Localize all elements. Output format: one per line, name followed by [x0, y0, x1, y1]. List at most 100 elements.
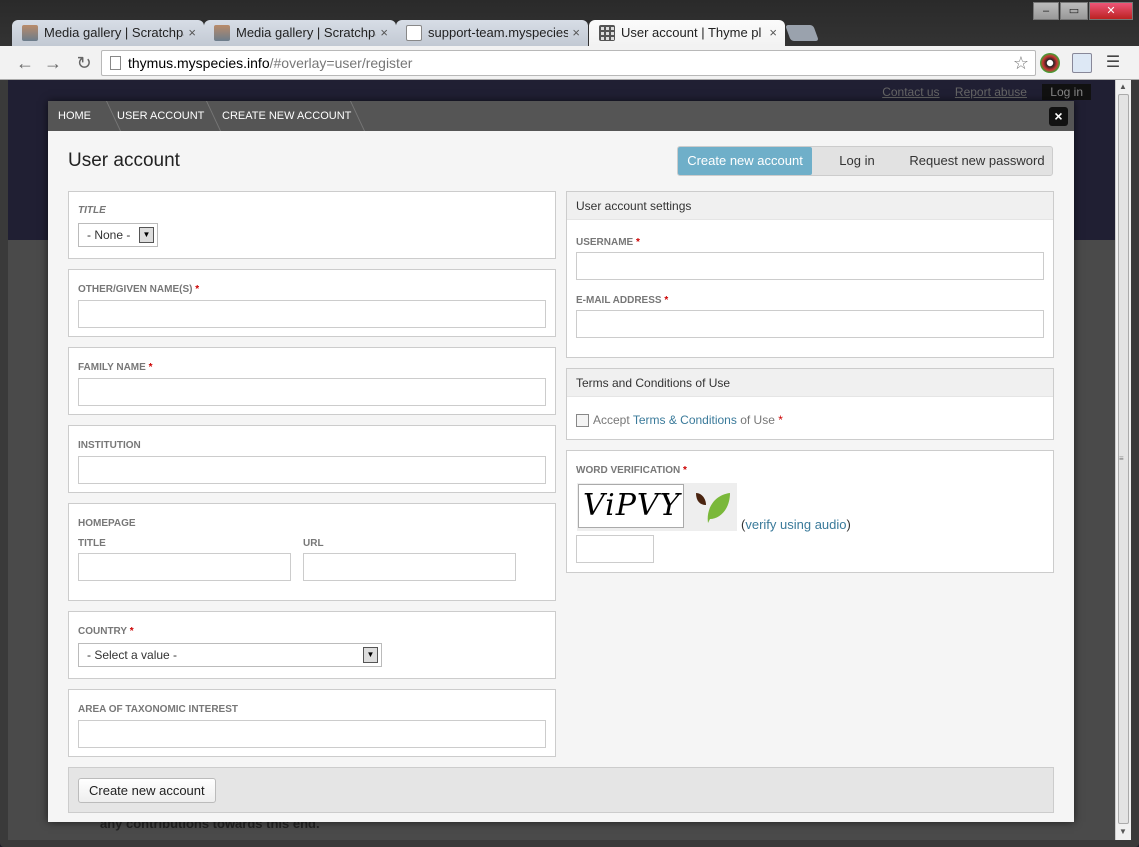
window-close-button[interactable]: ✕: [1089, 2, 1133, 20]
minimize-button[interactable]: –: [1033, 2, 1059, 20]
verify-audio-link[interactable]: verify using audio: [745, 517, 846, 532]
menu-icon[interactable]: ☰: [1104, 54, 1122, 72]
tab-title: support-team.myspecies.i: [428, 25, 568, 40]
back-arrow-icon[interactable]: ←: [14, 52, 36, 74]
browser-window: Media gallery | Scratchpad × Media galle…: [0, 0, 1139, 847]
reload-icon[interactable]: ↻: [73, 52, 95, 74]
top-links: Contact us Report abuse Log in: [870, 84, 1091, 100]
captcha-image: ViPVY: [578, 484, 684, 528]
captcha-widget: ViPVY: [577, 483, 737, 531]
required-marker: *: [664, 295, 669, 306]
word-verification-label: WORD VERIFICATION *: [576, 465, 687, 476]
required-marker: *: [636, 237, 640, 248]
tab-request-new-password[interactable]: Request new password: [902, 147, 1052, 175]
scroll-up-icon[interactable]: ▲: [1119, 82, 1127, 91]
institution-input[interactable]: [78, 456, 546, 484]
forward-arrow-icon[interactable]: →: [42, 52, 64, 74]
tab-close-icon[interactable]: ×: [572, 25, 580, 40]
page-scrollbar[interactable]: ▲ ≡ ▼: [1115, 80, 1131, 840]
account-tabs: Create new account Log in Request new pa…: [677, 146, 1053, 176]
scrollbar-grip-icon: ≡: [1119, 454, 1124, 463]
family-name-input[interactable]: [78, 378, 546, 406]
tab-close-icon[interactable]: ×: [188, 25, 196, 40]
homepage-url-input[interactable]: [303, 553, 516, 581]
address-bar[interactable]: thymus.myspecies.info/#overlay=user/regi…: [101, 50, 1036, 76]
taxonomic-interest-fieldset: AREA OF TAXONOMIC INTEREST: [68, 689, 556, 757]
account-settings-heading: User account settings: [567, 192, 1053, 220]
chevron-down-icon: ▼: [139, 227, 154, 243]
page-favicon-icon: [406, 25, 422, 41]
browser-tab-3[interactable]: support-team.myspecies.i ×: [396, 20, 588, 46]
contact-us-link[interactable]: Contact us: [882, 85, 939, 99]
given-name-label-text: OTHER/GIVEN NAME(S): [78, 284, 193, 295]
homepage-fieldset: HOMEPAGE TITLE URL: [68, 503, 556, 601]
taxonomic-interest-input[interactable]: [78, 720, 546, 748]
email-input[interactable]: [576, 310, 1044, 338]
url-path: /#overlay=user/register: [269, 55, 413, 71]
page-icon: [110, 56, 121, 70]
word-verification-label-text: WORD VERIFICATION: [576, 465, 681, 476]
accept-suffix: of Use: [740, 413, 775, 427]
captcha-input[interactable]: [576, 535, 654, 563]
given-name-fieldset: OTHER/GIVEN NAME(S) *: [68, 269, 556, 337]
username-input[interactable]: [576, 252, 1044, 280]
title-select-value: - None -: [87, 228, 131, 242]
tab-title: User account | Thyme plant: [621, 25, 761, 40]
terms-heading: Terms and Conditions of Use: [567, 369, 1053, 397]
country-label-text: COUNTRY: [78, 626, 127, 637]
tab-close-icon[interactable]: ×: [380, 25, 388, 40]
browser-tab-active[interactable]: User account | Thyme plant ×: [589, 20, 785, 46]
audio-close-paren: ): [846, 517, 851, 532]
tab-log-in[interactable]: Log in: [812, 147, 902, 175]
word-verification-fieldset: WORD VERIFICATION * ViPVY (verify using …: [566, 450, 1054, 573]
title-label: TITLE: [78, 205, 106, 216]
country-label: COUNTRY *: [78, 626, 134, 637]
homepage-url-label: URL: [303, 538, 324, 549]
terms-fieldset: Terms and Conditions of Use Accept Terms…: [566, 368, 1054, 440]
institution-label: INSTITUTION: [78, 440, 141, 451]
country-fieldset: COUNTRY * - Select a value - ▼: [68, 611, 556, 679]
browser-tab-1[interactable]: Media gallery | Scratchpad ×: [12, 20, 204, 46]
new-tab-button[interactable]: [785, 25, 819, 41]
ie-tab-extension-icon[interactable]: [1072, 53, 1092, 73]
leaf-logo-icon: [696, 493, 730, 523]
breadcrumb-user-account[interactable]: USER ACCOUNT: [107, 101, 204, 131]
institution-fieldset: INSTITUTION: [68, 425, 556, 493]
report-abuse-link[interactable]: Report abuse: [955, 85, 1027, 99]
breadcrumb-home[interactable]: HOME: [48, 101, 91, 131]
title-fieldset: TITLE - None - ▼: [68, 191, 556, 259]
page-title: User account: [68, 150, 180, 171]
given-name-label: OTHER/GIVEN NAME(S) *: [78, 284, 199, 295]
required-marker: *: [683, 465, 687, 476]
color-picker-extension-icon[interactable]: [1040, 53, 1060, 73]
browser-tab-2[interactable]: Media gallery | Scratchpad ×: [204, 20, 396, 46]
country-select-value: - Select a value -: [87, 648, 178, 662]
homepage-title-input[interactable]: [78, 553, 291, 581]
person-favicon-icon: [214, 25, 230, 41]
taxonomic-interest-label: AREA OF TAXONOMIC INTEREST: [78, 704, 238, 715]
tab-create-new-account[interactable]: Create new account: [678, 147, 812, 175]
country-select[interactable]: - Select a value - ▼: [78, 643, 382, 667]
family-name-fieldset: FAMILY NAME *: [68, 347, 556, 415]
given-name-input[interactable]: [78, 300, 546, 328]
bookmark-star-icon[interactable]: ☆: [1013, 51, 1029, 75]
breadcrumb-create-new-account[interactable]: CREATE NEW ACCOUNT: [212, 101, 351, 131]
title-select[interactable]: - None - ▼: [78, 223, 158, 247]
header-login-link[interactable]: Log in: [1042, 84, 1091, 100]
scroll-down-icon[interactable]: ▼: [1119, 827, 1127, 836]
family-name-label: FAMILY NAME *: [78, 362, 152, 373]
maximize-button[interactable]: ▭: [1060, 2, 1088, 20]
accept-prefix: Accept: [593, 413, 630, 427]
tab-strip: Media gallery | Scratchpad × Media galle…: [0, 0, 1139, 46]
tab-title: Media gallery | Scratchpad: [44, 25, 184, 40]
required-marker: *: [195, 284, 200, 295]
accept-terms-checkbox[interactable]: [576, 414, 589, 427]
email-label: E-MAIL ADDRESS *: [576, 295, 668, 306]
overlay-close-icon[interactable]: ×: [1049, 107, 1068, 126]
username-label: USERNAME *: [576, 237, 640, 248]
breadcrumb: HOME USER ACCOUNT CREATE NEW ACCOUNT: [48, 101, 1074, 131]
tab-close-icon[interactable]: ×: [769, 25, 777, 40]
required-marker: *: [778, 413, 783, 427]
terms-link[interactable]: Terms & Conditions: [633, 413, 737, 427]
create-account-button[interactable]: Create new account: [78, 778, 216, 803]
